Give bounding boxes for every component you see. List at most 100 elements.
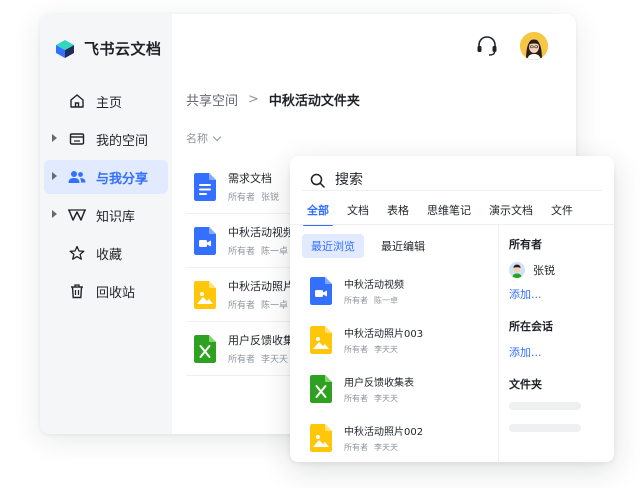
sidebar-item-label: 我的空间 xyxy=(96,133,149,149)
tab-docs[interactable]: 文档 xyxy=(347,200,369,226)
doc-file-icon xyxy=(194,172,216,201)
video-file-icon xyxy=(194,226,216,255)
list-item[interactable]: 中秋活动照片002 所有者 李天天 xyxy=(310,413,490,462)
owner-chip[interactable]: 张锐 xyxy=(509,262,605,278)
search-icon xyxy=(310,173,325,188)
filter-owner-title: 所有者 xyxy=(509,238,542,251)
sidebar-item-home[interactable]: 主页 xyxy=(44,84,168,118)
owner-name: 李天天 xyxy=(374,393,398,403)
owner-name: 李天天 xyxy=(374,442,398,452)
file-name: 中秋活动照片 xyxy=(228,280,294,293)
file-name: 需求文档 xyxy=(228,172,272,185)
sort-by-name-button[interactable]: 名称 xyxy=(186,130,222,146)
divider xyxy=(498,225,499,462)
search-filters: 所有者 张锐 添加... 所在会话 添加... 文件夹 xyxy=(509,236,605,446)
tab-mindnotes[interactable]: 思维笔记 xyxy=(427,200,471,226)
feishu-docs-logo-icon xyxy=(56,39,74,58)
breadcrumb-parent-link[interactable]: 共享空间 xyxy=(186,90,238,109)
sidebar-item-trash[interactable]: 回收站 xyxy=(44,274,168,308)
headset-support-icon[interactable] xyxy=(474,33,500,59)
filter-folder-title: 文件夹 xyxy=(509,378,542,391)
image-file-icon xyxy=(194,280,216,309)
sidebar-item-label: 知识库 xyxy=(96,209,136,225)
recent-subtabs: 最近浏览 最近编辑 xyxy=(302,234,442,258)
file-meta: 所有者 张锐 xyxy=(228,190,279,203)
home-icon xyxy=(68,92,86,110)
user-avatar[interactable] xyxy=(520,32,548,60)
file-name: 中秋活动视频 xyxy=(344,279,404,291)
list-item[interactable]: 用户反馈收集表 所有者 李天天 xyxy=(310,364,490,413)
sidebar-item-favorites[interactable]: 收藏 xyxy=(44,236,168,270)
app-title: 飞书云文档 xyxy=(84,40,162,58)
sidebar-nav: 主页 我的空间 与我分享 知识库 收藏 回收站 xyxy=(44,84,168,312)
folder-icon xyxy=(68,130,86,148)
tab-files[interactable]: 文件 xyxy=(551,200,573,226)
image-file-icon xyxy=(310,325,332,354)
file-meta: 所有者 陈一卓 xyxy=(344,295,404,306)
owner-label: 所有者 xyxy=(228,355,256,365)
tab-sheets[interactable]: 表格 xyxy=(387,200,409,226)
caret-right-icon[interactable] xyxy=(52,134,57,142)
caret-right-icon[interactable] xyxy=(52,172,57,180)
owner-label: 所有者 xyxy=(228,193,256,203)
file-meta: 所有者 李天天 xyxy=(344,344,423,355)
search-results: 中秋活动视频 所有者 陈一卓 中秋活动照片003 所有者 李天天 用户反馈收集表… xyxy=(310,266,490,462)
add-owner-link[interactable]: 添加... xyxy=(509,286,605,302)
sidebar-item-wiki[interactable]: 知识库 xyxy=(44,198,168,232)
chevron-down-icon xyxy=(212,132,222,141)
sidebar-item-label: 收藏 xyxy=(96,247,123,263)
file-meta: 所有者 陈一卓 xyxy=(228,244,294,257)
person-avatar-icon xyxy=(520,32,548,60)
owner-name: 陈一卓 xyxy=(261,247,289,257)
folder-placeholder xyxy=(509,424,581,432)
tab-all[interactable]: 全部 xyxy=(303,200,333,226)
add-chat-link[interactable]: 添加... xyxy=(509,344,605,360)
divider xyxy=(290,224,614,225)
sort-label: 名称 xyxy=(186,132,208,145)
file-meta: 所有者 李天天 xyxy=(344,393,414,404)
person-avatar-icon xyxy=(509,262,525,278)
image-file-icon xyxy=(310,423,332,452)
list-item[interactable]: 中秋活动照片003 所有者 李天天 xyxy=(310,315,490,364)
search-panel: 全部 文档 表格 思维笔记 演示文档 文件 最近浏览 最近编辑 中秋活动视频 所… xyxy=(290,156,614,462)
divider xyxy=(302,190,602,191)
tab-slides[interactable]: 演示文档 xyxy=(489,200,533,226)
owner-name: 陈一卓 xyxy=(261,301,289,311)
file-meta: 所有者 李天天 xyxy=(228,352,294,365)
list-item[interactable]: 中秋活动视频 所有者 陈一卓 xyxy=(310,266,490,315)
subtab-recently-edited[interactable]: 最近编辑 xyxy=(372,234,434,258)
subtab-recently-viewed[interactable]: 最近浏览 xyxy=(302,234,364,258)
owner-label: 所有者 xyxy=(228,301,256,311)
owner-label: 所有者 xyxy=(344,344,368,354)
sidebar: 飞书云文档 主页 我的空间 与我分享 知识库 收藏 回收站 xyxy=(40,14,172,434)
sidebar-item-my-space[interactable]: 我的空间 xyxy=(44,122,168,156)
sidebar-item-shared-with-me[interactable]: 与我分享 xyxy=(44,160,168,194)
sheet-file-icon xyxy=(194,334,216,363)
owner-label: 所有者 xyxy=(344,295,368,305)
breadcrumb: 共享空间 > 中秋活动文件夹 xyxy=(186,90,360,109)
brand[interactable]: 飞书云文档 xyxy=(54,38,162,59)
owner-name: 张锐 xyxy=(533,264,555,277)
file-meta: 所有者 陈一卓 xyxy=(228,298,294,311)
sidebar-item-label: 与我分享 xyxy=(96,171,149,187)
sidebar-item-label: 回收站 xyxy=(96,285,136,301)
folder-placeholder xyxy=(509,402,581,410)
owner-name: 陈一卓 xyxy=(374,295,398,305)
owner-name: 李天天 xyxy=(374,344,398,354)
search-type-tabs: 全部 文档 表格 思维笔记 演示文档 文件 xyxy=(298,200,582,226)
search-input[interactable] xyxy=(335,172,575,188)
topbar-actions xyxy=(474,32,548,60)
breadcrumb-current: 中秋活动文件夹 xyxy=(268,94,360,109)
owner-name: 张锐 xyxy=(261,193,280,203)
breadcrumb-separator: > xyxy=(248,92,259,107)
wiki-icon xyxy=(68,206,86,224)
filter-chat-title: 所在会话 xyxy=(509,320,553,333)
file-name: 中秋活动视频 xyxy=(228,226,294,239)
owner-label: 所有者 xyxy=(228,247,256,257)
caret-right-icon[interactable] xyxy=(52,210,57,218)
users-icon xyxy=(68,168,86,186)
star-icon xyxy=(68,244,86,262)
sheet-file-icon xyxy=(310,374,332,403)
file-name: 中秋活动照片003 xyxy=(344,328,424,340)
owner-name: 李天天 xyxy=(261,355,289,365)
